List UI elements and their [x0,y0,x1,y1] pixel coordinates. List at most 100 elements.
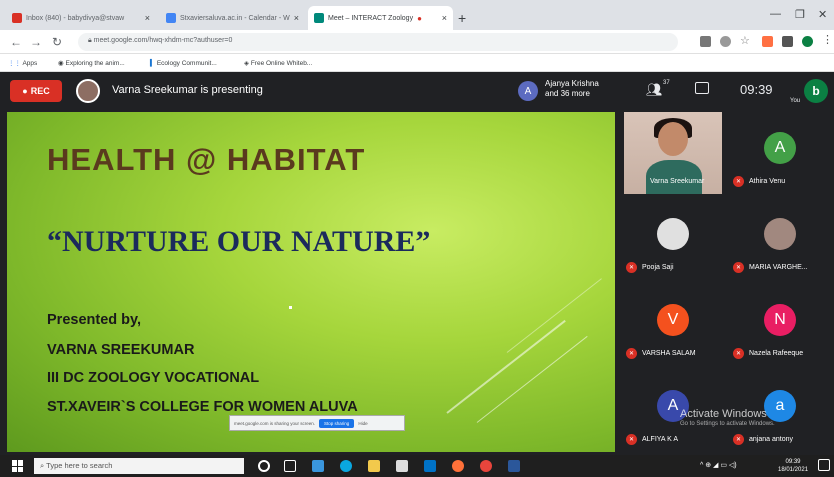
url-field[interactable]: 🔒︎ meet.google.com/hwq-xhdm-mc?authuser=… [78,33,678,51]
close-window-icon[interactable]: ✕ [818,8,827,21]
notification-icon[interactable] [818,459,830,471]
recording-dot-icon: ● [417,13,422,23]
hide-button[interactable]: Hide [358,421,367,426]
bookmark-item[interactable]: ◈ Free Online Whiteb... [244,59,312,67]
taskbar-clock[interactable]: 09:39 18/01/2021 [778,458,808,474]
activation-watermark-sub: Go to Settings to activate Windows. [680,421,775,427]
participant-name: ALFIYA K A [642,436,679,443]
puzzle-icon[interactable] [782,36,793,47]
windows-taskbar: ⌕ Type here to search ^ ⊕ ◢ ▭ ◁) 09:39 1… [0,455,834,477]
screen-share-bar: meet.google.com is sharing your screen. … [229,415,405,431]
participant-tile[interactable]: N ✕ Nazela Rafeeque [727,282,834,368]
activation-watermark: Activate Windows [680,408,767,420]
chat-icon[interactable] [695,82,709,94]
meet-top-bar: ● REC Varna Sreekumar is presenting A Aj… [0,72,834,110]
globe-icon: ◉ [58,60,64,67]
participant-tile[interactable]: ✕ MARIA VARGHE... [727,196,834,282]
self-label: You [790,98,801,104]
task-view-icon[interactable] [284,460,296,472]
mic-off-icon: ✕ [733,262,744,273]
participant-grid: Varna Sreekumar A ✕ Athira Venu ✕ Pooja … [620,110,834,454]
store-icon[interactable] [396,460,408,472]
join-notice: Ajanya Krishna and 36 more [545,79,599,98]
mic-off-icon: ✕ [733,434,744,445]
participant-tile[interactable]: A ✕ Athira Venu [727,110,834,196]
participant-avatar: a [764,390,796,422]
extension-icon[interactable] [762,36,773,47]
decorative-streak [476,335,588,423]
chrome-icon[interactable] [480,460,492,472]
slide-subtitle: “NURTURE OUR NATURE” [47,225,431,258]
taskbar-search-input[interactable]: ⌕ Type here to search [34,458,244,474]
close-icon[interactable]: × [145,13,150,23]
stop-sharing-button[interactable]: Stop sharing [319,418,355,428]
new-tab-button[interactable]: + [458,10,466,26]
mic-off-icon: ✕ [733,348,744,359]
people-count: 37 [663,80,670,86]
system-tray-icons[interactable]: ^ ⊕ ◢ ▭ ◁) [700,461,737,469]
whiteboard-icon: ◈ [244,60,249,67]
bookmark-item[interactable]: ▍ Ecology Communit... [150,59,217,67]
apps-grid-icon: ⋮⋮ [8,60,21,67]
back-icon[interactable]: ← [10,35,22,49]
edge-icon[interactable] [340,460,352,472]
restore-icon[interactable]: ❐ [795,8,805,21]
cortana-icon[interactable] [258,460,270,472]
slide-line: Presented by, [47,312,142,328]
url-text: meet.google.com/hwq-xhdm-mc?authuser=0 [93,37,233,44]
participant-tile[interactable]: ✕ Pooja Saji [620,196,727,282]
recording-badge: ● REC [10,80,62,102]
bookmark-item[interactable]: ◉ Exploring the anim... [58,59,125,67]
menu-icon[interactable]: ⋮ [822,33,833,46]
firefox-icon[interactable] [452,460,464,472]
browser-tab-bar: Inbox (840) - babydivya@stvaw × Stxavier… [0,0,834,30]
word-icon[interactable] [508,460,520,472]
close-icon[interactable]: × [442,13,447,23]
slide-line: VARNA SREEKUMAR [47,342,195,358]
profile-icon[interactable] [802,36,813,47]
minimize-icon[interactable]: — [770,8,781,20]
people-icon[interactable]: 👥︎ [646,82,663,98]
bookmarks-bar: ⋮⋮ Apps ◉ Exploring the anim... ▍ Ecolog… [0,54,834,72]
slide-title: HEALTH @ HABITAT [47,142,366,177]
close-icon[interactable]: × [294,13,299,23]
tab-meet[interactable]: Meet – INTERACT Zoology ● × [308,6,453,30]
participant-avatar [657,218,689,250]
forward-icon[interactable]: → [30,35,42,49]
participant-name: Pooja Saji [642,264,674,271]
join-avatar: A [518,81,538,101]
participant-avatar: N [764,304,796,336]
bookmark-apps[interactable]: ⋮⋮ Apps [8,59,37,67]
participant-avatar [764,218,796,250]
gmail-icon [12,13,22,23]
tab-label: Inbox (840) - babydivya@stvaw [26,14,125,22]
zoom-icon[interactable] [720,36,731,47]
tab-inbox[interactable]: Inbox (840) - babydivya@stvaw × [6,6,156,30]
tab-calendar[interactable]: Stxaviersaluva.ac.in - Calendar - W × [160,6,305,30]
mic-off-icon: ✕ [733,176,744,187]
star-icon[interactable]: ☆ [740,34,751,47]
app-icon[interactable] [312,460,324,472]
share-text: meet.google.com is sharing your screen. [234,420,316,426]
meet-icon [314,13,324,23]
windows-start-icon[interactable] [12,460,24,472]
mail-icon[interactable] [424,460,436,472]
reload-icon[interactable]: ↻ [52,35,62,49]
participant-avatar: V [657,304,689,336]
presenting-text: Varna Sreekumar is presenting [112,84,263,96]
participant-name: anjana antony [749,436,793,443]
camera-icon[interactable] [700,36,711,47]
self-avatar[interactable]: b [804,79,828,103]
participant-name: VARSHA SALAM [642,350,696,357]
record-dot-icon: ● [22,86,28,96]
slide-line: ST.XAVEIR`S COLLEGE FOR WOMEN ALUVA [47,399,358,415]
mic-off-icon: ✕ [626,348,637,359]
mouse-cursor [289,306,292,309]
address-bar-row: ← → ↻ 🔒︎ meet.google.com/hwq-xhdm-mc?aut… [0,30,834,54]
participant-name: Athira Venu [749,178,786,185]
file-explorer-icon[interactable] [368,460,380,472]
presentation-slide: HEALTH @ HABITAT “NURTURE OUR NATURE” Pr… [7,112,615,452]
participant-tile[interactable]: V ✕ VARSHA SALAM [620,282,727,368]
participant-tile[interactable]: Varna Sreekumar [620,110,727,196]
participant-name: Varna Sreekumar [650,178,705,185]
